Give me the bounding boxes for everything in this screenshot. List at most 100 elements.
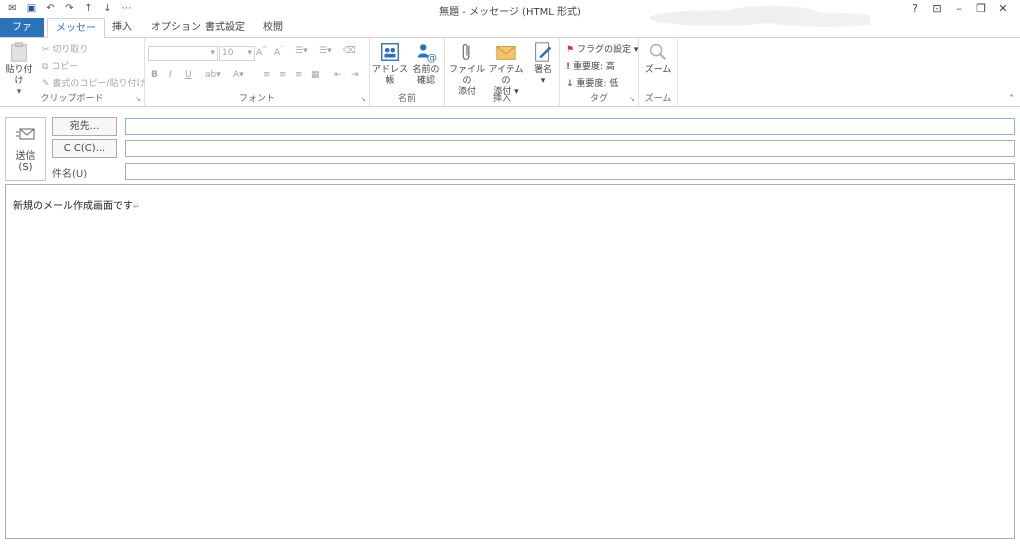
cc-button[interactable]: C C(C)... (52, 139, 117, 158)
align-left-icon[interactable]: ≡ (263, 70, 271, 80)
collapse-ribbon-icon[interactable]: ˄ (1009, 94, 1014, 105)
to-field[interactable] (125, 118, 1015, 135)
magnifier-icon (649, 43, 666, 60)
align-right-icon[interactable]: ≡ (295, 70, 303, 80)
paintbrush-icon: ✎ (42, 79, 50, 89)
tab-message[interactable]: メッセージ (47, 18, 105, 53)
chevron-down-icon: ▾ (210, 48, 215, 58)
send-button[interactable]: 送信 (S) (5, 117, 46, 181)
zoom-label: ズーム (644, 65, 672, 75)
check-names-button[interactable]: @ 名前の 確認 (410, 41, 442, 87)
font-color-icon[interactable]: A▾ (233, 70, 244, 80)
tab-review[interactable]: 校閲 (255, 18, 291, 37)
tab-file[interactable]: ファイル (0, 18, 44, 52)
copy-label: コピー (51, 62, 79, 72)
decrease-indent-icon[interactable]: ⇤ (334, 70, 342, 80)
group-label-font: フォント (238, 94, 275, 104)
body-text-line: 新規のメール作成画面です↵ (13, 197, 140, 212)
chevron-down-icon: ▾ (540, 76, 546, 86)
italic-button[interactable]: I (169, 70, 172, 80)
align-center-icon[interactable]: ≡ (279, 70, 287, 80)
group-label-insert: 挿入 (492, 94, 511, 104)
cut-button[interactable]: ✂ 切り取り (42, 42, 88, 55)
envelope-icon (496, 46, 516, 60)
attach-file-label-1: ファイルの (448, 65, 485, 86)
signature-button[interactable]: 署名 ▾ (529, 41, 557, 87)
group-label-zoom: ズーム (644, 94, 672, 104)
underline-button[interactable]: U (185, 70, 192, 80)
clear-format-icon[interactable]: ⌫ (343, 46, 356, 56)
signature-label: 署名 (533, 65, 552, 75)
follow-up-button[interactable]: ⚑ フラグの設定 ▾ (566, 42, 638, 55)
attach-file-button[interactable]: ファイルの 添付 (447, 41, 487, 98)
font-name-combo[interactable]: ▾ (148, 46, 218, 61)
send-label-2: (S) (18, 162, 33, 173)
restore-button[interactable]: ❐ (970, 1, 992, 17)
tab-format-text[interactable]: 書式設定 (197, 18, 253, 37)
low-importance-button[interactable]: ↓ 重要度: 低 (566, 76, 618, 89)
to-button[interactable]: 宛先... (52, 117, 117, 136)
paperclip-icon (462, 44, 470, 60)
chevron-down-icon: ▾ (247, 48, 252, 58)
paragraph-mark-icon: ↵ (133, 202, 140, 211)
tab-insert[interactable]: 挿入 (104, 18, 140, 37)
svg-text:@: @ (427, 53, 437, 63)
address-book-button[interactable]: アドレス帳 (372, 41, 408, 87)
paste-button[interactable]: 貼り付け ▾ (2, 41, 36, 98)
dialog-launcher-icon[interactable]: ↘ (360, 95, 366, 103)
down-arrow-icon: ↓ (566, 79, 574, 89)
group-zoom: ズーム ズーム (639, 38, 678, 106)
cut-label: 切り取り (52, 45, 89, 55)
dialog-launcher-icon[interactable]: ↘ (629, 95, 635, 103)
font-size-combo[interactable]: 10 ▾ (219, 46, 255, 61)
attach-item-label-1: アイテムの (488, 65, 524, 86)
bullets-icon[interactable]: ☰▾ (295, 46, 308, 56)
justify-icon[interactable]: ▦ (311, 70, 320, 80)
message-header: 送信 (S) 宛先... C C(C)... 件名(U) (0, 107, 1020, 183)
signature-icon (535, 42, 552, 62)
zoom-button[interactable]: ズーム (641, 41, 675, 76)
group-names: アドレス帳 @ 名前の 確認 名前 (370, 38, 445, 106)
window-title: 無題 - メッセージ (HTML 形式) (439, 7, 581, 18)
font-size-value: 10 (222, 48, 234, 58)
ribbon: 貼り付け ▾ ✂ 切り取り ⧉ コピー ✎ 書式のコピー/貼り付け クリップボー… (0, 38, 1020, 107)
dialog-launcher-icon[interactable]: ↘ (135, 95, 141, 103)
bold-button[interactable]: B (151, 70, 158, 80)
numbering-icon[interactable]: ☰▾ (319, 46, 332, 56)
body-text: 新規のメール作成画面です (13, 201, 133, 212)
check-names-label-2: 確認 (416, 76, 435, 86)
cc-field[interactable] (125, 140, 1015, 157)
low-importance-label: 重要度: 低 (576, 79, 619, 89)
chevron-down-icon: ▾ (633, 45, 639, 55)
paste-label: 貼り付け (5, 65, 33, 86)
group-label-tags: タグ (589, 94, 608, 104)
message-body-editor[interactable]: 新規のメール作成画面です↵ (5, 184, 1015, 539)
group-insert: ファイルの 添付 アイテムの 添付 ▾ 署名 ▾ 挿入 (445, 38, 560, 106)
follow-up-label: フラグの設定 (576, 45, 631, 55)
clipboard-icon (11, 42, 27, 62)
format-painter-button[interactable]: ✎ 書式のコピー/貼り付け (42, 76, 145, 89)
copy-button[interactable]: ⧉ コピー (42, 59, 78, 72)
group-tags: ⚑ フラグの設定 ▾ ! 重要度: 高 ↓ 重要度: 低 タグ ↘ (560, 38, 639, 106)
format-painter-label: 書式のコピー/貼り付け (52, 79, 146, 89)
highlight-icon[interactable]: ab▾ (205, 70, 221, 80)
title-bar: ✉ ▣ ↶ ↷ ↑ ↓ ⋯ 無題 - メッセージ (HTML 形式) ? ⊡ –… (0, 0, 1020, 36)
group-font: ▾ 10 ▾ A^ Aˇ ☰▾ ☰▾ ⌫ B I U ab▾ A▾ ≡ ≡ ≡ … (145, 38, 370, 106)
ribbon-tabs: ファイル メッセージ 挿入 オプション 書式設定 校閲 (0, 18, 1020, 53)
close-button[interactable]: ✕ (992, 1, 1014, 17)
copy-icon: ⧉ (42, 62, 49, 72)
high-importance-button[interactable]: ! 重要度: 高 (566, 59, 615, 72)
subject-field[interactable] (125, 163, 1015, 180)
scissors-icon: ✂ (42, 45, 50, 55)
group-clipboard: 貼り付け ▾ ✂ 切り取り ⧉ コピー ✎ 書式のコピー/貼り付け クリップボー… (0, 38, 145, 106)
flag-icon: ⚑ (566, 45, 575, 55)
shrink-font-icon[interactable]: Aˇ (274, 46, 283, 58)
increase-indent-icon[interactable]: ⇥ (351, 70, 359, 80)
subject-label: 件名(U) (52, 169, 88, 180)
address-book-label: アドレス帳 (372, 65, 409, 86)
minimize-button[interactable]: – (948, 1, 970, 17)
attach-item-button[interactable]: アイテムの 添付 ▾ (485, 41, 527, 98)
help-button[interactable]: ? (904, 1, 926, 17)
ribbon-display-button[interactable]: ⊡ (926, 1, 948, 17)
grow-font-icon[interactable]: A^ (256, 46, 267, 58)
